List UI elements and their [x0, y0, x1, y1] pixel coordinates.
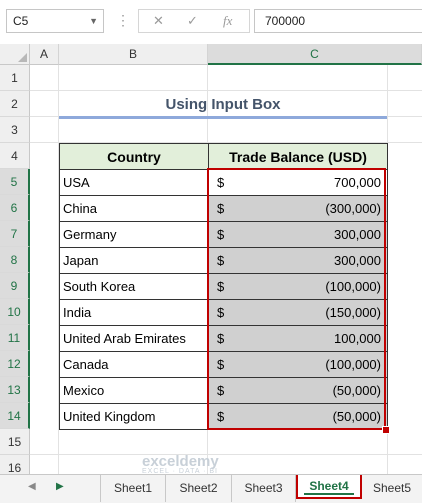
- row-header-3[interactable]: 3: [0, 117, 30, 143]
- table-row: South Korea $ (100,000): [59, 273, 388, 300]
- country-cell[interactable]: Japan: [59, 247, 209, 274]
- row-header-12[interactable]: 12: [0, 351, 30, 377]
- row-header-1[interactable]: 1: [0, 65, 30, 91]
- balance-value: (50,000): [332, 409, 381, 424]
- insert-function-icon[interactable]: fx: [223, 13, 232, 29]
- table-row: China $ (300,000): [59, 195, 388, 222]
- balance-cell[interactable]: $300,000: [208, 221, 388, 248]
- tab-sheet4[interactable]: Sheet4: [296, 475, 362, 499]
- select-all-button[interactable]: [0, 44, 30, 65]
- cancel-icon[interactable]: ✕: [153, 13, 164, 29]
- tab-sheet1[interactable]: Sheet1: [100, 475, 166, 502]
- title-underline: [59, 116, 387, 119]
- balance-value: 300,000: [334, 253, 381, 268]
- tab-sheet3[interactable]: Sheet3: [232, 475, 296, 502]
- tab-sheet5[interactable]: Sheet5: [362, 475, 422, 502]
- formula-bar: C5 ▼ ⋮ ✕ ✓ fx 700000: [0, 0, 422, 44]
- balance-cell[interactable]: $300,000: [208, 247, 388, 274]
- balance-cell[interactable]: $ (100,000): [208, 351, 388, 378]
- balance-value: (100,000): [325, 279, 381, 294]
- header-country[interactable]: Country: [59, 143, 209, 170]
- table-row: Germany $300,000: [59, 221, 388, 248]
- balance-value: 700,000: [334, 175, 381, 190]
- balance-cell[interactable]: $ (100,000): [208, 273, 388, 300]
- country-cell[interactable]: Mexico: [59, 377, 209, 404]
- gridline: [30, 454, 422, 455]
- row-header-2[interactable]: 2: [0, 91, 30, 117]
- table-row: Canada $ (100,000): [59, 351, 388, 378]
- currency-symbol: $: [217, 305, 225, 320]
- currency-symbol: $: [217, 357, 225, 372]
- table-row: United Arab Emirates $100,000: [59, 325, 388, 352]
- currency-symbol: $: [217, 409, 225, 424]
- formula-buttons: ✕ ✓ fx: [138, 9, 250, 33]
- country-cell[interactable]: South Korea: [59, 273, 209, 300]
- row-header-15[interactable]: 15: [0, 429, 30, 455]
- currency-symbol: $: [217, 279, 225, 294]
- scroll-right-icon[interactable]: ▶: [56, 481, 64, 492]
- table-row: USA $700,000: [59, 169, 388, 196]
- country-cell[interactable]: Germany: [59, 221, 209, 248]
- table-row: India $ (150,000): [59, 299, 388, 326]
- column-header-a[interactable]: A: [30, 44, 59, 65]
- table-row: Mexico $ (50,000): [59, 377, 388, 404]
- scroll-left-icon[interactable]: ◀: [28, 481, 36, 492]
- trade-balance-table: Country Trade Balance (USD) USA $700,000…: [59, 143, 388, 430]
- enter-icon[interactable]: ✓: [187, 13, 198, 29]
- chevron-down-icon[interactable]: ▼: [89, 10, 98, 32]
- country-cell[interactable]: India: [59, 299, 209, 326]
- balance-cell[interactable]: $ (150,000): [208, 299, 388, 326]
- balance-value: (50,000): [332, 383, 381, 398]
- row-header-11[interactable]: 11: [0, 325, 30, 351]
- row-header-4[interactable]: 4: [0, 143, 30, 169]
- country-cell[interactable]: China: [59, 195, 209, 222]
- name-box-value: C5: [13, 14, 29, 28]
- watermark-logo: exceldemy EXCEL · DATA · BI: [142, 453, 219, 475]
- row-header-6[interactable]: 6: [0, 195, 30, 221]
- row-header-14[interactable]: 14: [0, 403, 30, 429]
- balance-value: 300,000: [334, 227, 381, 242]
- balance-value: (300,000): [325, 201, 381, 216]
- sheet-tab-bar: ◀ ▶ Sheet1 Sheet2 Sheet3 Sheet4 Sheet5: [0, 474, 422, 503]
- column-header-b[interactable]: B: [59, 44, 208, 65]
- country-cell[interactable]: United Arab Emirates: [59, 325, 209, 352]
- currency-symbol: $: [217, 175, 225, 190]
- row-header-7[interactable]: 7: [0, 221, 30, 247]
- country-cell[interactable]: United Kingdom: [59, 403, 209, 430]
- balance-cell[interactable]: $ (50,000): [208, 377, 388, 404]
- fill-handle[interactable]: [382, 426, 390, 434]
- header-balance[interactable]: Trade Balance (USD): [208, 143, 388, 170]
- gridline: [30, 90, 422, 91]
- sheet-title[interactable]: Using Input Box: [59, 96, 387, 116]
- currency-symbol: $: [217, 201, 225, 216]
- name-box[interactable]: C5 ▼: [6, 9, 104, 33]
- balance-cell[interactable]: $ (300,000): [208, 195, 388, 222]
- row-header-8[interactable]: 8: [0, 247, 30, 273]
- column-header-c[interactable]: C: [208, 44, 422, 65]
- tab-sheet2[interactable]: Sheet2: [166, 475, 232, 502]
- currency-symbol: $: [217, 383, 225, 398]
- more-options-icon: ⋮: [116, 12, 130, 28]
- balance-value: (100,000): [325, 357, 381, 372]
- row-header-10[interactable]: 10: [0, 299, 30, 325]
- balance-cell[interactable]: $100,000: [208, 325, 388, 352]
- balance-cell[interactable]: $ (50,000): [208, 403, 388, 430]
- currency-symbol: $: [217, 253, 225, 268]
- row-header-13[interactable]: 13: [0, 377, 30, 403]
- country-cell[interactable]: Canada: [59, 351, 209, 378]
- country-cell[interactable]: USA: [59, 169, 209, 196]
- row-header-5[interactable]: 5: [0, 169, 30, 195]
- table-row: Japan $300,000: [59, 247, 388, 274]
- table-row: United Kingdom $ (50,000): [59, 403, 388, 430]
- currency-symbol: $: [217, 331, 225, 346]
- table-header-row: Country Trade Balance (USD): [59, 143, 388, 170]
- formula-input[interactable]: 700000: [254, 9, 422, 33]
- currency-symbol: $: [217, 227, 225, 242]
- row-header-9[interactable]: 9: [0, 273, 30, 299]
- balance-value: (150,000): [325, 305, 381, 320]
- balance-cell[interactable]: $700,000: [208, 169, 388, 196]
- balance-value: 100,000: [334, 331, 381, 346]
